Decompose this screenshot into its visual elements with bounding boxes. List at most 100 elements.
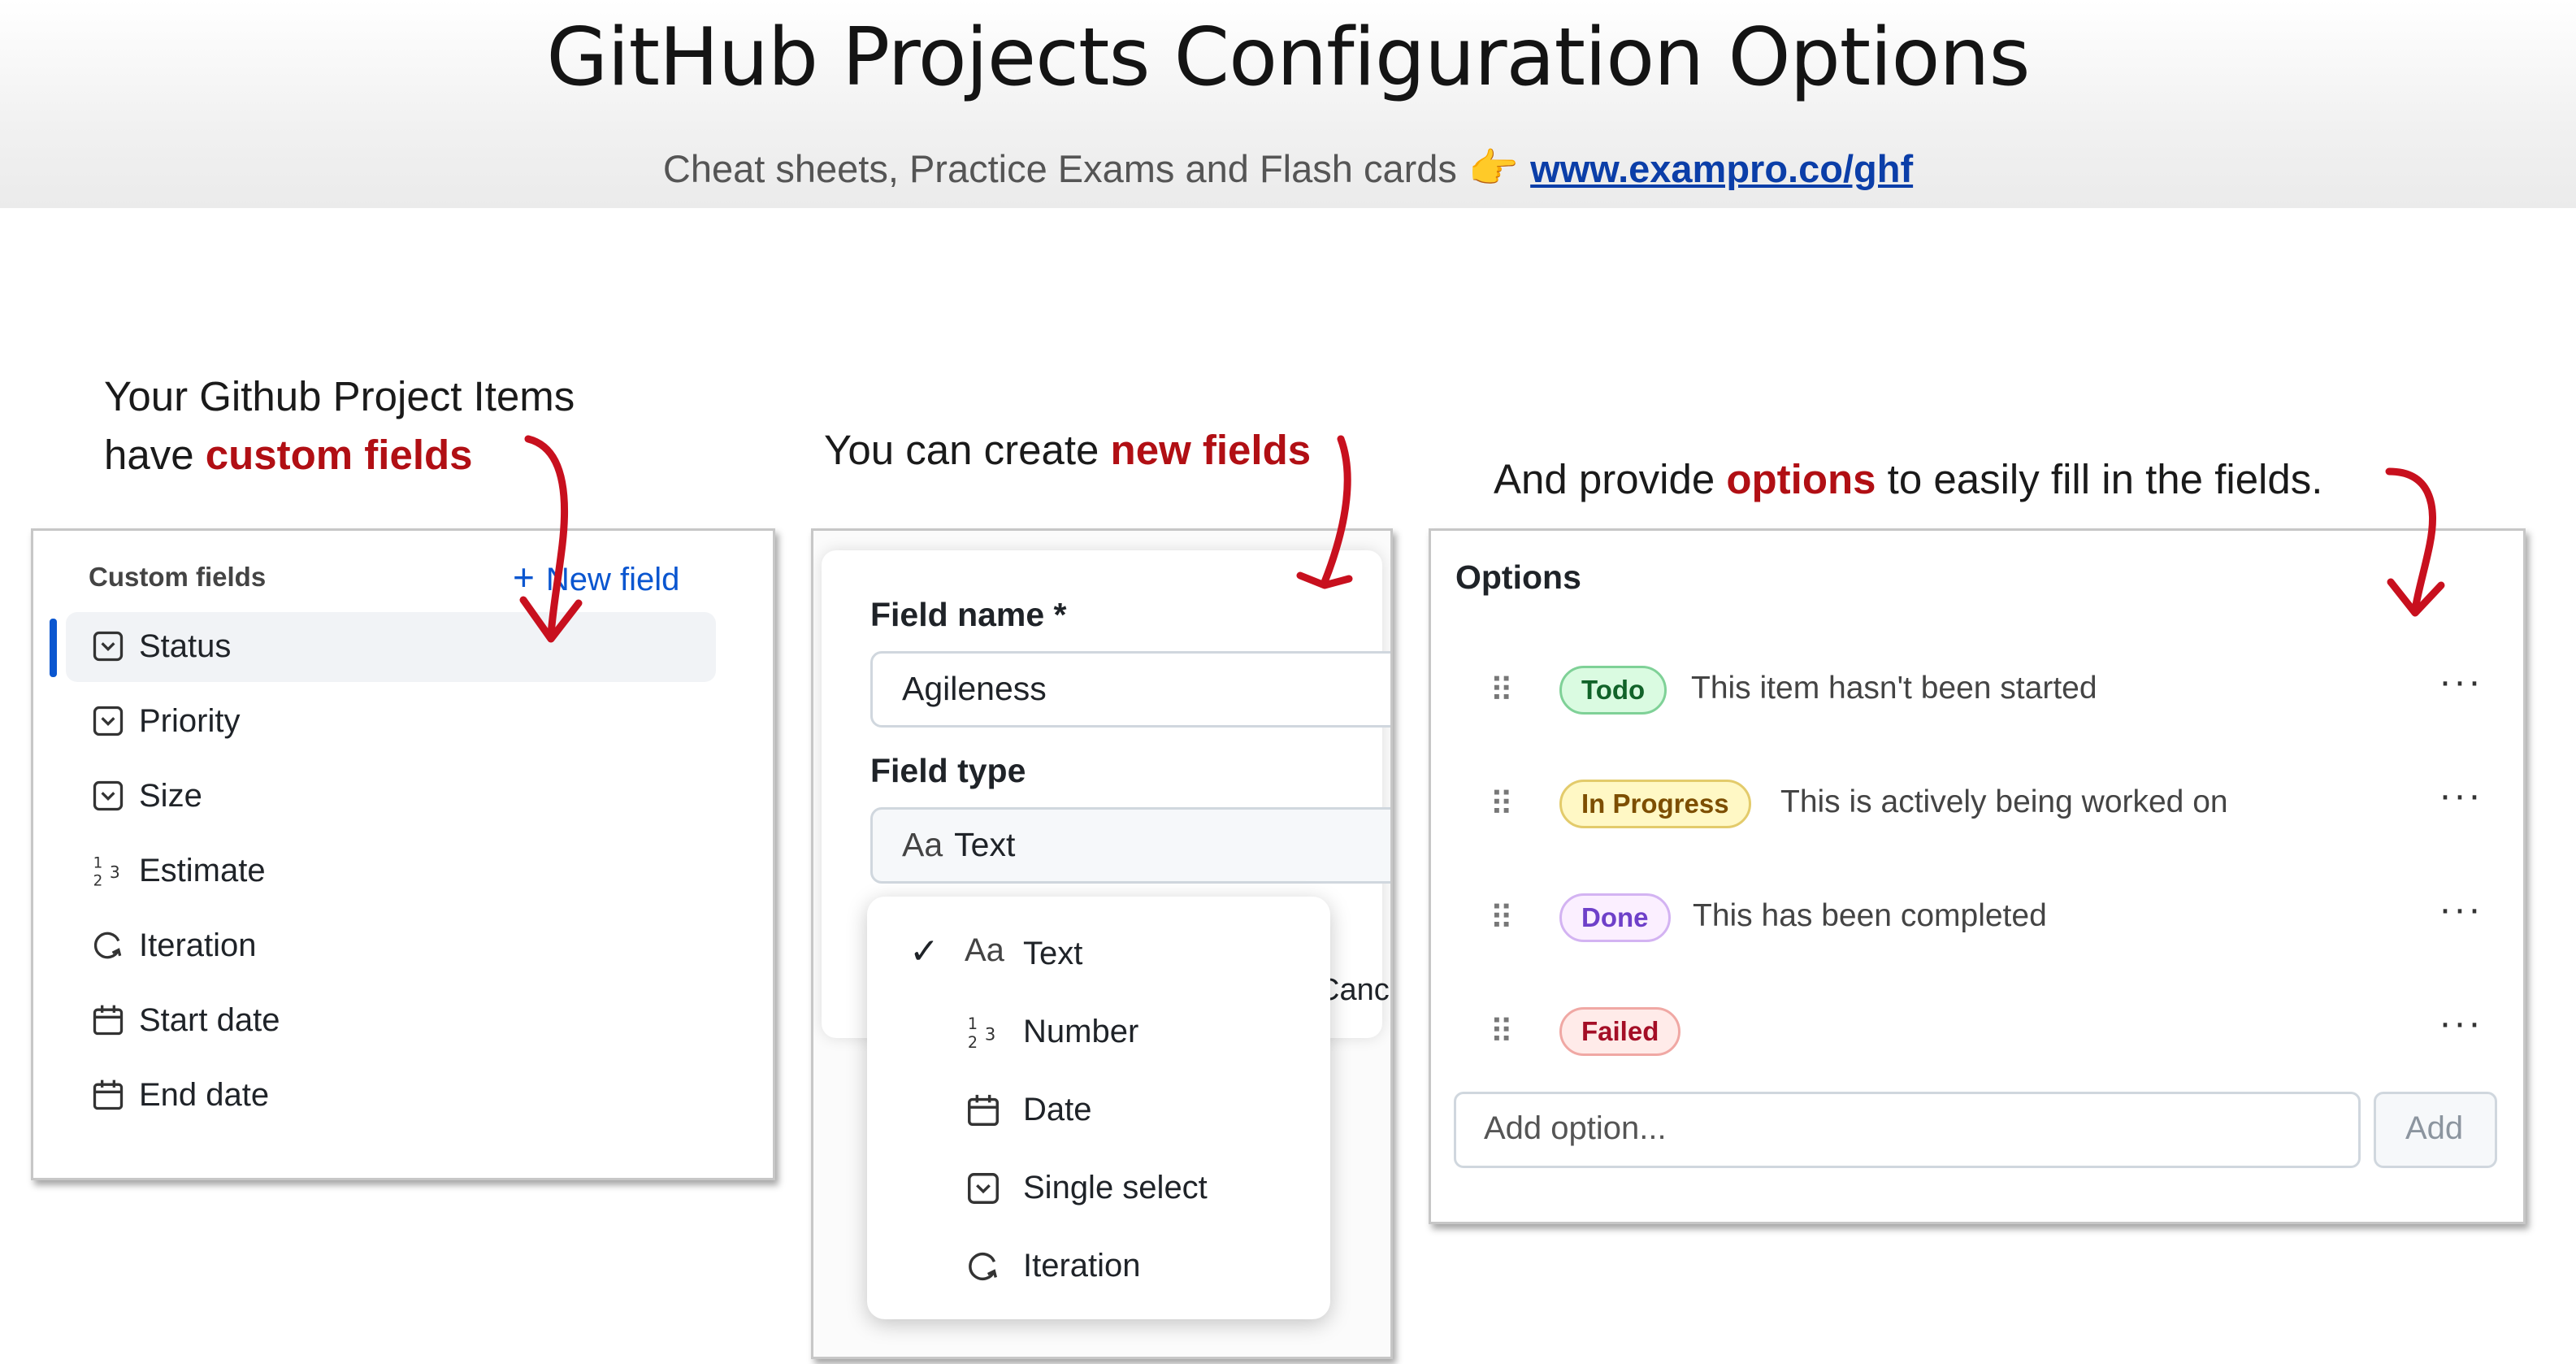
drag-handle-icon[interactable]: ⠿ [1490, 900, 1513, 937]
caption-new-fields: You can create new fields [824, 421, 1311, 480]
option-label-todo: Todo [1559, 666, 1667, 715]
option-description: This has been completed [1693, 898, 2047, 933]
slide-title: GitHub Projects Configuration Options [546, 11, 2030, 104]
svg-text:2: 2 [968, 1033, 978, 1051]
field-item-end-date[interactable]: End date [66, 1061, 716, 1131]
more-options-icon[interactable]: ··· [2439, 887, 2483, 932]
iteration-icon [969, 1252, 998, 1281]
field-item-status[interactable]: Status [66, 612, 716, 682]
field-item-label: Status [139, 628, 232, 664]
slide-header: GitHub Projects Configuration Options Ch… [0, 0, 2576, 208]
field-item-estimate[interactable]: 123 Estimate [66, 836, 716, 906]
calendar-icon [93, 1005, 124, 1036]
single-select-icon [93, 706, 124, 736]
field-item-priority[interactable]: Priority [66, 687, 716, 757]
option-description: This is actively being worked on [1780, 784, 2228, 819]
type-option-number[interactable]: 123 Number [867, 996, 1330, 1069]
caption-left-highlight: custom fields [205, 432, 473, 478]
calendar-icon [968, 1094, 999, 1126]
caption-middle-prefix: You can create [824, 427, 1111, 473]
add-option-placeholder: Add option... [1484, 1110, 1667, 1146]
caption-left-line1: Your Github Project Items [104, 373, 575, 419]
more-options-icon[interactable]: ··· [2439, 659, 2483, 704]
add-option-input[interactable]: Add option... [1454, 1092, 2361, 1168]
field-name-value: Agileness [902, 670, 1047, 707]
add-option-button-label: Add [2405, 1110, 2464, 1146]
field-item-label: Estimate [139, 853, 266, 888]
options-heading: Options [1455, 558, 1581, 596]
exampro-link[interactable]: www.exampro.co/ghf [1530, 147, 1913, 190]
caption-middle-highlight: new fields [1110, 427, 1312, 473]
type-option-date[interactable]: Date [867, 1074, 1330, 1147]
caption-options: And provide options to easily fill in th… [1494, 450, 2322, 509]
new-field-panel: Field name * Agileness Field type Aa Text… [811, 528, 1393, 1359]
add-option-button[interactable]: Add [2374, 1092, 2497, 1168]
arrow-down-icon [519, 435, 583, 643]
svg-text:1: 1 [968, 1014, 978, 1033]
selected-indicator [50, 619, 57, 677]
type-option-label: Text [1023, 936, 1083, 971]
field-name-input[interactable]: Agileness [870, 651, 1390, 728]
svg-text:2: 2 [93, 872, 103, 888]
pointing-hand-icon: 👉 [1468, 146, 1520, 191]
arrow-down-icon [1296, 435, 1353, 589]
field-item-label: Iteration [139, 927, 257, 963]
option-label-done: Done [1559, 893, 1671, 942]
drag-handle-icon[interactable]: ⠿ [1490, 672, 1513, 710]
subtitle-text: Cheat sheets, Practice Exams and Flash c… [662, 147, 1457, 190]
field-type-dropdown: ✓ Aa Text 123 Number Date Single select … [867, 897, 1330, 1319]
option-row: ⠿ Todo This item hasn't been started ··· [1431, 654, 2520, 728]
field-name-label: Field name * [870, 596, 1067, 633]
arrow-down-icon [2385, 467, 2445, 617]
type-option-label: Iteration [1023, 1248, 1141, 1284]
drag-handle-icon[interactable]: ⠿ [1490, 786, 1513, 823]
single-select-icon [968, 1173, 999, 1204]
type-option-label: Date [1023, 1092, 1092, 1127]
caption-right-suffix: to easily fill in the fields. [1876, 456, 2323, 502]
number-icon: 12 3 [93, 854, 120, 888]
single-select-icon [93, 631, 124, 662]
drag-handle-icon[interactable]: ⠿ [1490, 1014, 1513, 1051]
field-item-start-date[interactable]: Start date [66, 986, 716, 1056]
field-type-label: Field type [870, 752, 1026, 789]
custom-fields-heading: Custom fields [89, 562, 267, 592]
field-type-value-label: Text [954, 826, 1016, 863]
calendar-icon [93, 1079, 124, 1110]
type-option-label: Single select [1023, 1170, 1208, 1205]
type-option-single-select[interactable]: Single select [867, 1152, 1330, 1225]
field-item-label: End date [139, 1077, 270, 1113]
svg-text:1: 1 [93, 854, 103, 871]
text-icon: Aa [902, 826, 943, 863]
caption-right-highlight: options [1726, 456, 1876, 502]
type-option-text[interactable]: ✓ Aa Text [867, 918, 1330, 991]
more-options-icon[interactable]: ··· [2439, 1001, 2483, 1045]
single-select-icon [93, 780, 124, 811]
option-label-in-progress: In Progress [1559, 780, 1751, 828]
number-icon: 12 3 [968, 1014, 996, 1051]
field-item-iteration[interactable]: Iteration [66, 911, 716, 981]
more-options-icon[interactable]: ··· [2439, 773, 2483, 818]
caption-right-prefix: And provide [1494, 456, 1727, 502]
custom-fields-panel: Custom fields + New field Status Priority… [31, 528, 775, 1180]
option-row: ⠿ In Progress This is actively being wor… [1431, 768, 2520, 841]
field-item-label: Size [139, 778, 202, 814]
field-type-select[interactable]: Aa Text [870, 807, 1390, 884]
type-option-iteration[interactable]: Iteration [867, 1230, 1330, 1303]
option-description: This item hasn't been started [1691, 671, 2097, 706]
type-option-label: Number [1023, 1014, 1139, 1049]
caption-left-prefix: have [104, 432, 206, 478]
svg-text:3: 3 [110, 862, 120, 882]
option-label-failed: Failed [1559, 1007, 1681, 1056]
iteration-icon [93, 932, 122, 959]
field-item-label: Priority [139, 703, 241, 739]
slide-subtitle: Cheat sheets, Practice Exams and Flash c… [0, 145, 2576, 193]
option-row: ⠿ Done This has been completed ··· [1431, 882, 2520, 955]
text-icon: Aa [965, 932, 1004, 968]
field-item-size[interactable]: Size [66, 762, 716, 832]
field-type-value: Aa Text [902, 826, 1015, 864]
svg-text:3: 3 [985, 1024, 995, 1045]
check-icon: ✓ [909, 932, 939, 971]
field-item-label: Start date [139, 1002, 280, 1038]
options-panel: Options ⠿ Todo This item hasn't been sta… [1429, 528, 2526, 1224]
option-row: ⠿ Failed ··· [1431, 996, 2520, 1069]
